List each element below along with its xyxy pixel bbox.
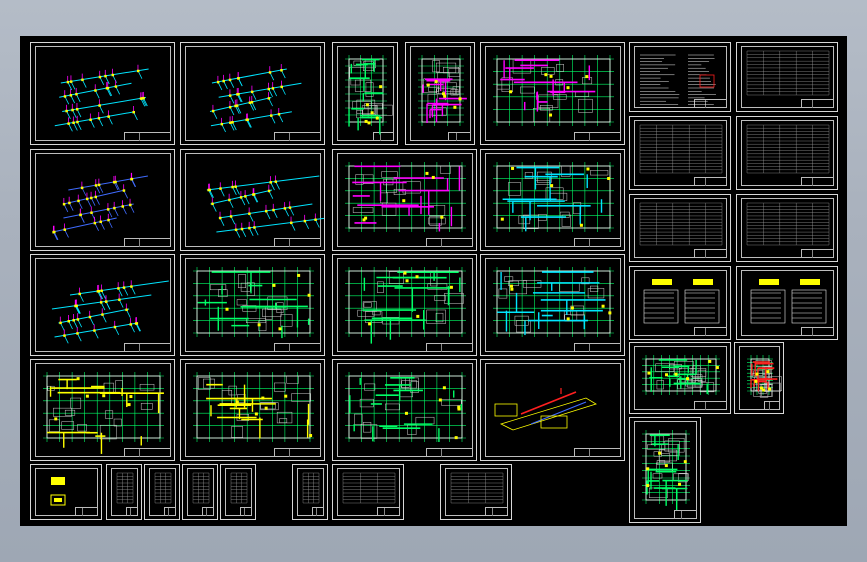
sheet-drawing [345,267,466,344]
sheet-drawing [450,472,504,504]
sheet-drawing [750,279,827,324]
drawing-sheet-s21[interactable] [736,266,838,340]
sheet-drawing [746,50,830,96]
drawing-sheet-s25[interactable] [480,359,625,461]
sheet-drawing [43,372,164,454]
sheet-drawing [206,175,324,238]
sheet-drawing [193,267,314,339]
drawing-sheet-s18[interactable] [629,194,731,262]
drawing-sheet-s28[interactable] [30,464,102,520]
sheet-drawing [747,355,782,398]
drawing-sheet-s26[interactable] [629,342,731,414]
sheet-drawing [640,54,716,105]
drawing-sheet-s11[interactable] [480,149,625,251]
drawing-sheet-s14[interactable] [30,254,175,356]
drawing-sheet-s13[interactable] [736,116,838,190]
drawing-sheet-s36[interactable] [629,417,701,523]
drawing-sheet-s06[interactable] [629,42,731,112]
drawing-sheet-s03[interactable] [332,42,398,145]
sheet-drawing [345,372,466,442]
sheet-drawing [746,202,830,246]
drawing-sheet-s27[interactable] [734,342,784,414]
sheet-drawing [52,172,148,241]
drawing-sheet-s09[interactable] [180,149,325,251]
drawing-sheet-s32[interactable] [220,464,256,520]
drawing-sheet-s16[interactable] [332,254,477,356]
drawing-sheet-s34[interactable] [332,464,404,520]
sheet-drawing [493,55,614,126]
sheet-drawing [345,55,393,135]
drawing-sheet-s22[interactable] [30,359,175,461]
drawing-sheet-s20[interactable] [629,266,731,340]
sheet-drawing [116,472,134,504]
drawing-sheet-s29[interactable] [106,464,142,520]
drawing-sheet-s05[interactable] [480,42,625,145]
sheet-drawing [209,64,302,133]
sheet-drawing [345,162,466,232]
sheet-drawing [230,472,248,504]
drawing-sheet-s08[interactable] [30,149,175,251]
sheet-drawing [154,472,172,504]
sheet-drawing [494,388,597,431]
sheet-drawing [746,124,830,174]
drawing-sheet-s04[interactable] [405,42,475,145]
sheet-drawing [493,267,614,337]
drawing-sheet-s07[interactable] [736,42,838,112]
sheet-drawing [302,472,320,504]
drawing-sheet-s12[interactable] [629,116,731,190]
sheet-drawing [51,280,169,344]
sheet-drawing [50,477,66,506]
drawing-sheet-s19[interactable] [736,194,838,262]
sheet-drawing [192,472,210,504]
sheet-drawing [642,430,690,511]
drawing-sheet-s02[interactable] [180,42,325,145]
sheet-drawing [193,372,314,442]
sheet-drawing [643,279,720,324]
sheet-drawing [418,55,467,126]
sheet-drawing [342,472,396,504]
drawing-sheet-s33[interactable] [292,464,328,520]
drawing-sheet-s23[interactable] [180,359,325,461]
drawing-sheet-s24[interactable] [332,359,477,461]
drawing-sheet-s17[interactable] [480,254,625,356]
sheet-drawing [54,64,149,132]
sheet-drawing [642,355,720,395]
sheet-drawing [493,162,614,232]
drawing-sheet-s30[interactable] [144,464,180,520]
cad-model-space-canvas[interactable] [20,36,847,526]
application-background [0,0,867,36]
drawing-sheet-s01[interactable] [30,42,175,145]
sheet-drawing [639,124,723,174]
drawing-sheet-s35[interactable] [440,464,512,520]
drawing-sheet-s15[interactable] [180,254,325,356]
drawing-sheet-s10[interactable] [332,149,477,251]
drawing-sheet-s31[interactable] [182,464,218,520]
sheet-drawing [639,202,723,246]
